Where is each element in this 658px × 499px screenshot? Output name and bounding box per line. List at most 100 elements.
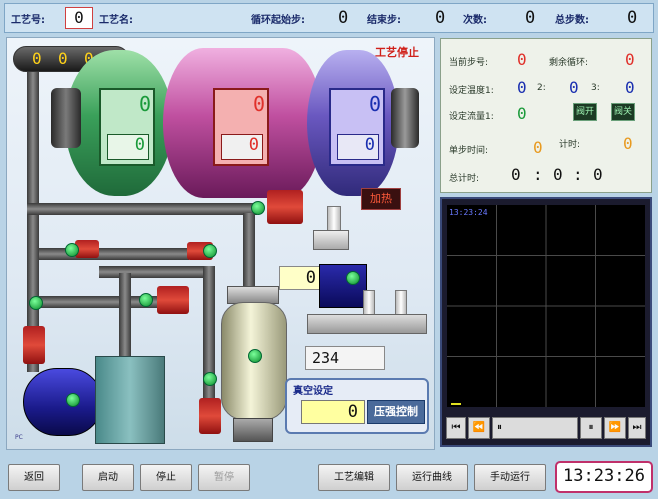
valve-open-button[interactable]: 阀开 <box>573 103 597 121</box>
total-minutes: 0 <box>553 165 563 184</box>
pause-button[interactable]: 暂停 <box>198 464 250 491</box>
total-seconds: 0 <box>593 165 603 184</box>
center-vertical-pipe <box>243 213 255 293</box>
drum-right-cap <box>391 88 419 148</box>
process-info-panel: 当前步号: 0 剩余循环: 0 设定温度1: 0 2: 0 3: 0 设定流量1… <box>440 38 652 193</box>
remain-loop-label: 剩余循环: <box>549 58 589 68</box>
time-separator: : <box>533 165 543 184</box>
controller-box <box>319 264 367 308</box>
drum-sub-box-green: 0 <box>107 134 149 160</box>
upper-horizontal-pipe <box>27 203 257 215</box>
drum-window-blue: 0 0 <box>329 88 385 166</box>
valve-bottom-center[interactable] <box>199 398 221 434</box>
trend-last-button[interactable]: ⏭ <box>628 417 646 439</box>
process-edit-button[interactable]: 工艺编辑 <box>318 464 390 491</box>
vacuum-value: 0 <box>347 402 358 422</box>
flow-value: 0 <box>305 268 316 288</box>
trend-scrollbar[interactable]: ⏸ <box>492 417 578 439</box>
set-temp-label: 设定温度1: <box>449 86 494 96</box>
set-temp-2-value: 0 <box>569 78 579 97</box>
indicator-digit: 0 <box>32 49 42 68</box>
run-curve-button[interactable]: 运行曲线 <box>396 464 468 491</box>
node-indicator <box>251 201 265 215</box>
process-status-text: 工艺停止 <box>375 46 419 59</box>
drum-value-blue: 0 <box>368 92 381 116</box>
drum-window-green: 0 0 <box>99 88 155 166</box>
valve-mid[interactable] <box>157 286 189 314</box>
trend-first-button[interactable]: ⏮ <box>446 417 466 439</box>
node-indicator <box>203 372 217 386</box>
step-time-value: 0 <box>533 138 543 157</box>
total-steps-value: 0 <box>627 8 638 28</box>
drum-left-cap <box>51 88 81 148</box>
flow-value-box: 0 <box>279 266 321 290</box>
valve-top-right[interactable] <box>267 190 303 224</box>
node-indicator <box>203 244 217 258</box>
mfc-valve-2 <box>395 290 407 316</box>
pump-body <box>95 356 165 444</box>
trend-pause-button[interactable]: ⏸ <box>580 417 602 439</box>
manual-run-button[interactable]: 手动运行 <box>474 464 546 491</box>
lower-horizontal-pipe <box>99 266 209 278</box>
start-button[interactable]: 启动 <box>82 464 134 491</box>
counter-value: 234 <box>312 349 340 367</box>
drum-sub-value-blue: 0 <box>364 135 375 155</box>
loop-start-label: 循环起始步: <box>251 15 305 26</box>
indicator-digit: 0 <box>58 49 68 68</box>
bottom-command-bar: 返回 启动 停止 暂停 工艺编辑 运行曲线 手动运行 13:23:26 <box>0 455 658 499</box>
count-value: 0 <box>525 8 536 28</box>
counter-display: 234 <box>305 346 385 370</box>
process-no-field[interactable]: 0 <box>65 7 93 29</box>
drum-sub-value-red: 0 <box>248 135 259 155</box>
trend-timestamp: 13:23:24 <box>449 208 488 217</box>
process-diagram: 0 0 0 0 工艺停止 0 0 0 0 0 <box>6 37 435 450</box>
pump-node <box>66 393 80 407</box>
total-hours: 0 <box>511 165 521 184</box>
current-step-value: 0 <box>517 50 527 69</box>
trend-forward-button[interactable]: ⏩ <box>604 417 626 439</box>
end-step-value: 0 <box>435 8 446 28</box>
set-temp-2-label: 2: <box>537 83 546 93</box>
mfc-base <box>307 314 427 334</box>
middle-horizontal-pipe <box>39 248 189 260</box>
filter-node <box>248 349 262 363</box>
set-temp-3-value: 0 <box>625 78 635 97</box>
mfc-valve-1 <box>363 290 375 316</box>
vacuum-input[interactable]: 0 <box>301 400 365 424</box>
set-flow-label: 设定流量1: <box>449 112 494 122</box>
remain-loop-value: 0 <box>625 50 635 69</box>
filter-cylinder <box>221 302 287 420</box>
heat-indicator[interactable]: 加热 <box>361 188 401 210</box>
drum-sub-box-red: 0 <box>221 134 263 160</box>
trend-grid-lines <box>447 205 645 407</box>
process-no-label: 工艺号: <box>11 15 45 26</box>
set-flow-value: 0 <box>517 104 527 123</box>
back-button[interactable]: 返回 <box>8 464 60 491</box>
pump-motor <box>23 368 103 436</box>
drum-sub-value-green: 0 <box>134 135 145 155</box>
timer-value: 0 <box>623 134 633 153</box>
loop-start-value: 0 <box>338 8 349 28</box>
pressure-control-button[interactable]: 压强控制 <box>367 400 425 424</box>
current-step-label: 当前步号: <box>449 58 489 68</box>
valve-left-lower[interactable] <box>23 326 45 364</box>
trend-rewind-button[interactable]: ⏪ <box>468 417 490 439</box>
valve-close-button[interactable]: 阀关 <box>611 103 635 121</box>
time-separator: : <box>573 165 583 184</box>
count-label: 次数: <box>463 15 487 26</box>
node-indicator <box>65 243 79 257</box>
node-indicator <box>139 293 153 307</box>
trend-chart: 13:23:24 ⏮ ⏪ ⏸ ⏸ ⏩ ⏭ <box>440 197 652 447</box>
drum-value-green: 0 <box>138 92 151 116</box>
drum-sub-box-blue: 0 <box>337 134 379 160</box>
stop-button[interactable]: 停止 <box>140 464 192 491</box>
hmi-screen: 工艺号: 0 工艺名: 循环起始步: 0 结束步: 0 次数: 0 总步数: 0… <box>0 0 658 499</box>
total-time-label: 总计时: <box>449 174 480 184</box>
corner-mark: PC <box>15 434 23 441</box>
drum-window-red: 0 0 <box>213 88 269 166</box>
controller-node <box>346 271 360 285</box>
filter-base <box>233 418 273 442</box>
timer-label: 计时: <box>559 140 581 150</box>
process-name-label: 工艺名: <box>99 15 133 26</box>
top-status-bar: 工艺号: 0 工艺名: 循环起始步: 0 结束步: 0 次数: 0 总步数: 0 <box>4 3 654 33</box>
